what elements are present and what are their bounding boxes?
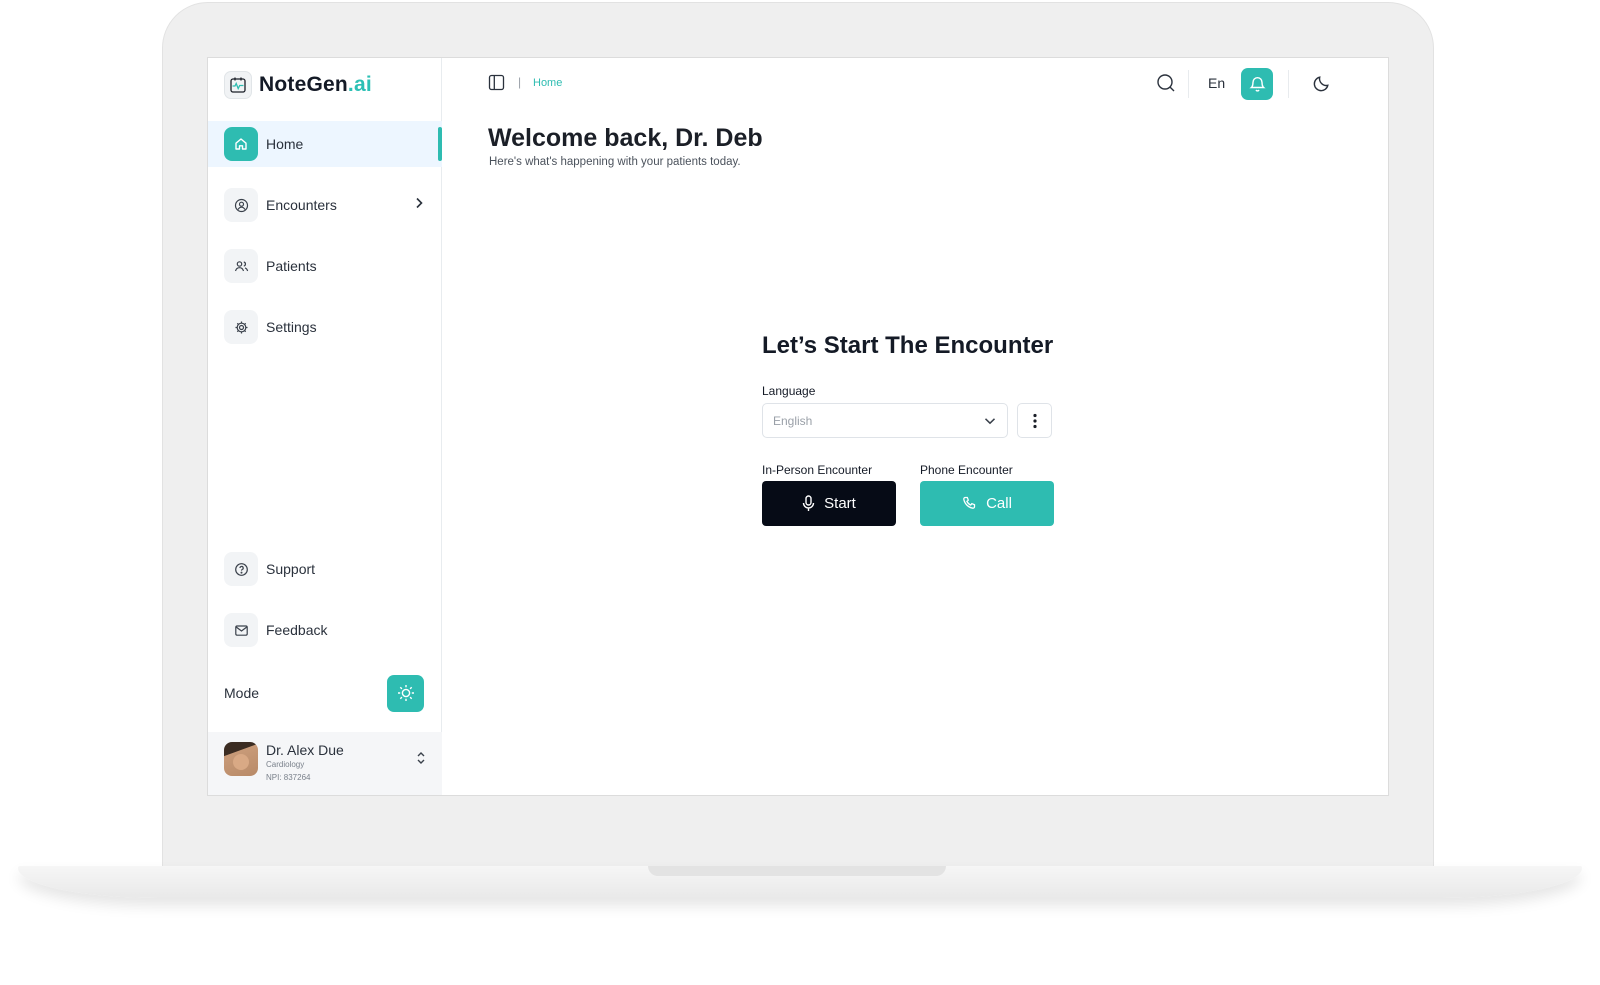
sidebar-item-label: Home xyxy=(266,136,304,152)
avatar xyxy=(224,742,258,776)
sidebar-item-feedback[interactable]: Feedback xyxy=(208,607,442,653)
mode-row: Mode xyxy=(224,674,424,712)
sidebar: NoteGen.ai Home Encounters Patients Sett… xyxy=(208,58,442,795)
notegen-logo-icon xyxy=(224,71,252,99)
mode-label: Mode xyxy=(224,685,260,701)
chevron-right-icon[interactable] xyxy=(414,196,424,215)
phone-icon xyxy=(963,496,976,509)
start-label: Start xyxy=(824,495,856,512)
user-specialty: Cardiology xyxy=(266,760,305,769)
top-bar: | Home En xyxy=(442,58,1388,110)
language-label: Language xyxy=(762,384,816,398)
divider xyxy=(1288,70,1289,98)
gear-icon xyxy=(224,310,258,344)
sidebar-item-encounters[interactable]: Encounters xyxy=(208,182,442,228)
more-vertical-icon xyxy=(1032,413,1037,428)
language-switcher[interactable]: En xyxy=(1208,75,1225,91)
page-subtitle: Here's what's happening with your patien… xyxy=(489,156,741,168)
start-encounter-button[interactable]: Start xyxy=(762,481,896,526)
bell-icon xyxy=(1248,77,1266,92)
brand-name: NoteGen.ai xyxy=(259,73,372,96)
breadcrumb-separator: | xyxy=(518,75,522,89)
sidebar-item-label: Settings xyxy=(266,319,317,335)
user-greeting-name: Dr. Deb xyxy=(675,124,763,152)
user-name: Dr. Alex Due xyxy=(266,742,344,758)
home-icon xyxy=(224,127,258,161)
microphone-icon xyxy=(802,495,815,511)
encounter-title: Let’s Start The Encounter xyxy=(762,332,1054,359)
more-options-button[interactable] xyxy=(1017,403,1052,438)
notifications-button[interactable] xyxy=(1241,68,1273,100)
laptop-mockup: NoteGen.ai Home Encounters Patients Sett… xyxy=(0,0,1600,985)
search-icon[interactable] xyxy=(1156,73,1176,98)
divider xyxy=(1188,70,1189,98)
in-person-encounter-label: In-Person Encounter xyxy=(762,463,873,477)
user-info: Dr. Alex Due Cardiology NPI: 837264 xyxy=(266,742,344,784)
theme-toggle-button[interactable] xyxy=(387,674,424,712)
sidebar-item-label: Feedback xyxy=(266,622,328,638)
sidebar-item-support[interactable]: Support xyxy=(208,546,442,592)
chevron-down-icon xyxy=(983,414,997,431)
user-npi: NPI: 837264 xyxy=(266,773,311,782)
help-circle-icon xyxy=(224,552,258,586)
chevron-up-down-icon[interactable] xyxy=(416,750,426,771)
sidebar-item-home[interactable]: Home xyxy=(208,121,442,167)
users-icon xyxy=(224,249,258,283)
sun-icon xyxy=(397,685,414,701)
page-title: Welcome back, Dr. Deb xyxy=(488,124,763,152)
breadcrumb[interactable]: Home xyxy=(533,77,562,89)
user-profile-card[interactable]: Dr. Alex Due Cardiology NPI: 837264 xyxy=(208,732,442,795)
sidebar-item-patients[interactable]: Patients xyxy=(208,243,442,289)
user-circle-icon xyxy=(224,188,258,222)
sidebar-item-label: Patients xyxy=(266,258,317,274)
language-select[interactable]: English xyxy=(762,403,1008,438)
language-select-value: English xyxy=(773,413,813,428)
sidebar-item-label: Encounters xyxy=(266,197,337,213)
call-button[interactable]: Call xyxy=(920,481,1054,526)
app-screen: NoteGen.ai Home Encounters Patients Sett… xyxy=(207,57,1389,796)
moon-icon[interactable] xyxy=(1312,74,1331,98)
sidebar-toggle-icon[interactable] xyxy=(488,74,505,96)
call-label: Call xyxy=(986,495,1012,512)
sidebar-item-label: Support xyxy=(266,561,316,577)
brand[interactable]: NoteGen.ai xyxy=(224,70,372,100)
mail-icon xyxy=(224,613,258,647)
sidebar-item-settings[interactable]: Settings xyxy=(208,304,442,350)
laptop-notch xyxy=(648,866,946,876)
phone-encounter-label: Phone Encounter xyxy=(920,463,1013,477)
